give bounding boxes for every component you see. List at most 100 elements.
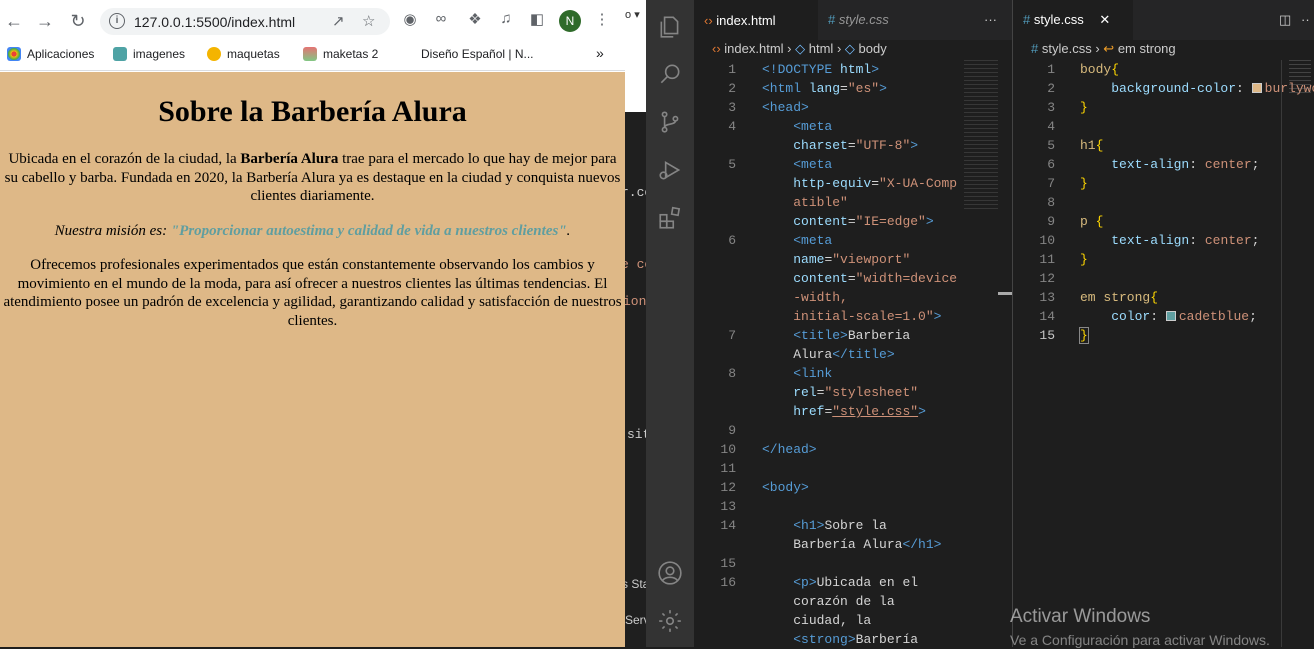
code-editor-css[interactable]: 1 body{2 background-color: burlywood; 3} 4 5… [1013,60,1314,350]
editor-tabs: ‹› index.html # style.css ··· [694,0,1012,40]
bookmark-maketas-2[interactable]: maketas 2 [303,47,378,61]
reload-icon[interactable]: ↻ [67,10,89,32]
code-line: <h1>Sobre la [793,518,887,533]
line-number: 7 [728,328,736,343]
line-number: 12 [1039,271,1055,286]
site-info-icon[interactable]: i [109,13,125,29]
code-line: <p>Ubicada en el [793,575,919,590]
code-line: name="viewport" [793,252,911,267]
more-actions-icon[interactable]: ··· [974,0,1007,40]
activation-watermark-subtitle: Ve a Configuración para activar Windows. [1010,632,1270,648]
breadcrumb-item[interactable]: body [859,41,887,56]
code-line: content="width=device [793,271,958,286]
code-line: text-align: center; [1111,157,1260,172]
strip-text: ion [625,294,646,309]
search-icon[interactable] [646,52,694,96]
extension-icon[interactable]: ∞ [431,10,451,27]
share-icon[interactable]: ↗ [332,12,345,30]
bookmark-star-icon[interactable]: ☆ [362,12,375,30]
line-number: 6 [728,233,736,248]
bookmark-apps[interactable]: Aplicaciones [7,47,94,61]
breadcrumb-item[interactable]: em strong [1118,41,1176,56]
code-line: <strong>Barbería [793,632,919,647]
activity-bar [646,0,694,647]
editor-group-html: ‹› index.html # style.css ··· ‹› index.h… [694,0,1012,647]
intro-paragraph: Ubicada en el corazón de la ciudad, la B… [4,151,621,204]
bookmark-diseno-espanol[interactable]: Diseño Español | N... [421,47,534,61]
line-number: 14 [720,518,736,533]
line-number: 5 [728,157,736,172]
line-number: 15 [720,556,736,571]
code-line: p { [1080,214,1104,229]
close-tab-icon[interactable]: ✕ [1099,12,1110,27]
css-file-icon: # [828,12,836,27]
back-icon[interactable]: ← [3,10,25,32]
breadcrumb-item[interactable]: html [809,41,834,56]
html-file-icon: ‹› [712,41,721,56]
code-line: <meta [793,157,833,172]
strip-text: sit [627,427,646,442]
selector-symbol-icon: ↩ [1103,41,1115,56]
explorer-icon[interactable] [646,5,694,49]
tab-index-html[interactable]: ‹› index.html [694,0,818,40]
more-actions-icon[interactable]: ·· [1291,0,1314,40]
strip-text: e co [625,257,646,272]
tab-style-css[interactable]: # style.css [818,0,934,40]
side-panel-icon[interactable]: ◧ [527,10,547,28]
code-line: atible" [793,195,848,210]
code-line: } [1079,327,1089,344]
css-file-icon: # [1031,41,1039,56]
menu-kebab-icon[interactable]: ⋮ [592,10,612,28]
more-bookmarks-icon[interactable]: » [596,45,604,61]
extensions-icon[interactable] [646,196,694,240]
avatar[interactable]: N [559,10,581,32]
bookmark-favicon-icon [303,47,317,61]
code-line: <html lang="es"> [762,81,887,96]
line-number: 16 [720,575,736,590]
code-line: ciudad, la [793,613,872,628]
line-number: 4 [1047,119,1055,134]
line-number: 14 [1039,309,1055,324]
media-control-icon[interactable]: ♫ [496,10,516,27]
css-file-icon: # [1023,12,1031,27]
minimap[interactable] [964,60,998,210]
bookmark-imagenes[interactable]: imagenes [113,47,185,61]
line-number: 15 [1039,328,1055,343]
address-bar[interactable]: i 127.0.0.1:5500/index.html ↗ ☆ [100,8,390,35]
line-number: 1 [728,62,736,77]
code-line: } [1080,176,1088,191]
line-number: 1 [1047,62,1055,77]
url-text[interactable]: 127.0.0.1:5500/index.html [134,14,295,30]
strip-text: to ▾ [625,9,640,21]
code-line: -width, [793,290,848,305]
camera-icon[interactable]: ◉ [400,10,420,28]
forward-icon[interactable]: → [34,10,56,32]
line-number: 8 [1047,195,1055,210]
breadcrumb-item[interactable]: style.css [1042,41,1092,56]
settings-gear-icon[interactable] [646,599,694,643]
line-number: 13 [720,499,736,514]
line-number: 13 [1039,290,1055,305]
code-line: background-color: burlywood; [1111,81,1314,96]
run-debug-icon[interactable] [646,148,694,192]
extensions-puzzle-icon[interactable]: ❖ [465,10,485,28]
code-line: Barbería Alura</h1> [793,537,942,552]
minimap[interactable] [1289,60,1311,96]
symbol-icon: ◇ [844,41,855,56]
apps-grid-icon [7,47,21,61]
code-line: color: cadetblue; [1111,309,1257,324]
brand-name-strong: Barbería Alura [240,151,339,167]
source-control-icon[interactable] [646,100,694,144]
breadcrumb: ‹› index.html › ◇ html › ◇ body [694,40,1012,60]
services-paragraph: Ofrecemos profesionales experimentados q… [3,257,622,329]
scrollbar-thumb[interactable] [998,292,1012,295]
strip-text: Serv [625,613,646,627]
html-file-icon: ‹› [704,13,713,28]
code-line: </head> [762,442,817,457]
account-icon[interactable] [646,551,694,595]
bookmark-maquetas[interactable]: maquetas [207,47,280,61]
line-number: 4 [728,119,736,134]
breadcrumb-item[interactable]: index.html [724,41,783,56]
rendered-page: Sobre la Barbería Alura Ubicada en el co… [0,72,625,647]
tab-style-css-active[interactable]: # style.css ✕ [1013,0,1133,40]
